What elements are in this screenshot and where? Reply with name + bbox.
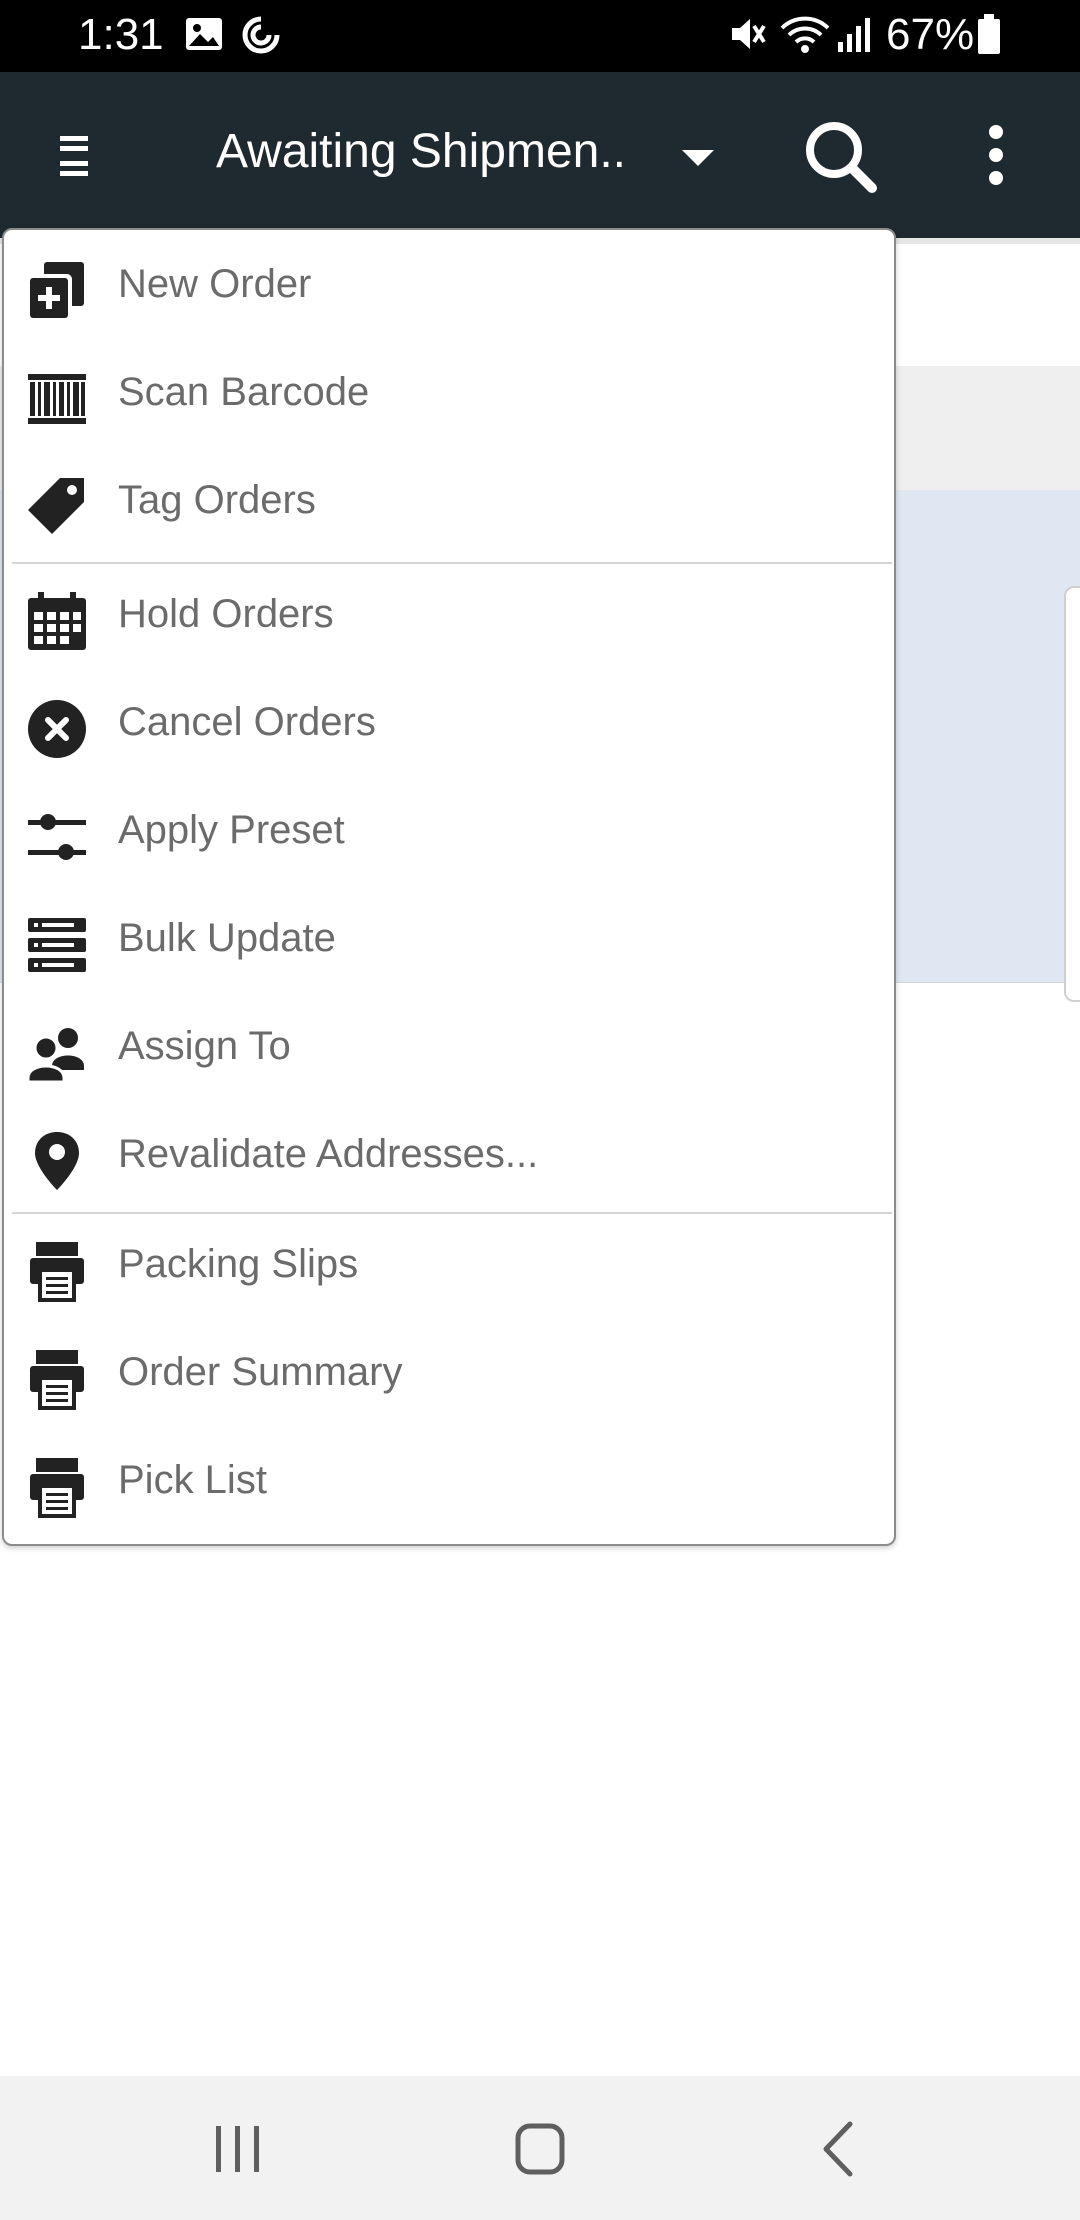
signal-icon bbox=[836, 14, 872, 59]
menu-item-order-summary[interactable]: Order Summary bbox=[4, 1322, 894, 1430]
battery-percent: 67% bbox=[886, 10, 975, 59]
actions-menu: New Order Scan Barcode Tag Orders Hold O… bbox=[2, 228, 896, 1546]
menu-item-label: Tag Orders bbox=[118, 478, 316, 522]
menu-item-label: Scan Barcode bbox=[118, 370, 370, 414]
sync-icon bbox=[240, 14, 282, 61]
users-icon bbox=[26, 1022, 88, 1084]
system-nav-bar bbox=[0, 2076, 1080, 2220]
image-icon bbox=[184, 14, 224, 59]
order-card[interactable] bbox=[1064, 586, 1080, 1002]
bulk-update-icon bbox=[26, 914, 88, 976]
menu-item-label: Bulk Update bbox=[118, 916, 336, 960]
tag-icon bbox=[26, 476, 88, 538]
sliders-icon bbox=[26, 806, 88, 868]
menu-item-label: Apply Preset bbox=[118, 808, 345, 852]
mute-icon bbox=[728, 14, 768, 59]
cancel-icon bbox=[26, 698, 88, 760]
home-icon[interactable] bbox=[490, 2110, 590, 2190]
menu-icon[interactable] bbox=[56, 132, 92, 185]
menu-item-pick-list[interactable]: Pick List bbox=[4, 1430, 894, 1538]
dropdown-arrow-icon[interactable] bbox=[678, 146, 718, 175]
menu-item-label: Cancel Orders bbox=[118, 700, 376, 744]
menu-item-tag-orders[interactable]: Tag Orders bbox=[4, 450, 894, 558]
menu-item-apply-preset[interactable]: Apply Preset bbox=[4, 780, 894, 888]
status-time: 1:31 bbox=[78, 10, 164, 59]
menu-item-label: Packing Slips bbox=[118, 1242, 359, 1286]
printer-icon bbox=[26, 1456, 88, 1518]
recent-apps-icon[interactable] bbox=[188, 2110, 288, 2190]
app-toolbar: Awaiting Shipmen.. bbox=[0, 72, 1080, 238]
status-bar: 1:31 67% bbox=[0, 0, 1080, 72]
menu-item-new-order[interactable]: New Order bbox=[4, 234, 894, 342]
menu-item-label: Revalidate Addresses... bbox=[118, 1132, 539, 1176]
view-title[interactable]: Awaiting Shipmen.. bbox=[216, 124, 626, 179]
menu-item-label: Pick List bbox=[118, 1458, 267, 1502]
printer-icon bbox=[26, 1348, 88, 1410]
calendar-icon bbox=[26, 590, 88, 652]
more-vert-icon[interactable] bbox=[980, 122, 1012, 197]
menu-item-bulk-update[interactable]: Bulk Update bbox=[4, 888, 894, 996]
menu-item-assign-to[interactable]: Assign To bbox=[4, 996, 894, 1104]
search-icon[interactable] bbox=[800, 116, 880, 201]
menu-item-scan-barcode[interactable]: Scan Barcode bbox=[4, 342, 894, 450]
menu-item-revalidate-addresses[interactable]: Revalidate Addresses... bbox=[4, 1104, 894, 1212]
battery-icon bbox=[976, 14, 1002, 61]
menu-item-packing-slips[interactable]: Packing Slips bbox=[4, 1214, 894, 1322]
menu-item-label: New Order bbox=[118, 262, 312, 306]
map-pin-icon bbox=[26, 1130, 88, 1192]
menu-item-hold-orders[interactable]: Hold Orders bbox=[4, 564, 894, 672]
menu-item-cancel-orders[interactable]: Cancel Orders bbox=[4, 672, 894, 780]
menu-item-label: Hold Orders bbox=[118, 592, 334, 636]
barcode-icon bbox=[26, 368, 88, 430]
back-icon[interactable] bbox=[792, 2110, 892, 2190]
menu-item-label: Order Summary bbox=[118, 1350, 403, 1394]
printer-icon bbox=[26, 1240, 88, 1302]
new-order-icon bbox=[26, 260, 88, 322]
wifi-icon bbox=[780, 14, 830, 59]
menu-item-label: Assign To bbox=[118, 1024, 291, 1068]
